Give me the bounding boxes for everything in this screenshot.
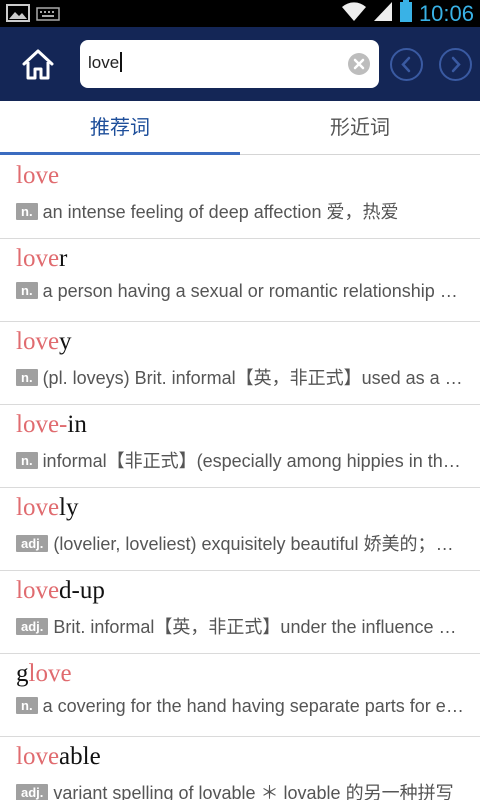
- headword-suffix: in: [67, 411, 87, 438]
- chevron-right-icon: [451, 56, 461, 73]
- headword-match: love: [16, 577, 60, 604]
- definition: adj. (lovelier, loveliest) exquisitely be…: [16, 530, 466, 556]
- app-header: love: [0, 27, 480, 101]
- headword-suffix: d-up: [59, 577, 105, 604]
- headword-match: love: [16, 162, 60, 189]
- headword: love: [16, 162, 59, 190]
- list-item[interactable]: lovey n. (pl. loveys) Brit. informal【英，非正…: [0, 322, 480, 405]
- definition-text: (lovelier, loveliest) exquisitely beauti…: [53, 534, 466, 554]
- definition: n. an intense feeling of deep affection 爱…: [16, 198, 466, 224]
- pos-badge: n.: [16, 203, 38, 220]
- pos-badge: n.: [16, 282, 38, 299]
- list-item[interactable]: lover n. a person having a sexual or roma…: [0, 239, 480, 322]
- definition-text: informal【非正式】(especially among hippies i…: [42, 451, 466, 471]
- definition: adj. Brit. informal【英，非正式】under the influ…: [16, 613, 466, 639]
- tab-bar: 推荐词 形近词: [0, 101, 480, 155]
- tab-recommended-words[interactable]: 推荐词: [0, 101, 240, 155]
- headword-match: love: [28, 660, 72, 687]
- results-list: love n. an intense feeling of deep affect…: [0, 156, 480, 800]
- headword-suffix: ly: [59, 494, 79, 521]
- headword: lovely: [16, 494, 79, 522]
- headword-match: love: [16, 743, 60, 770]
- clear-search-button[interactable]: [348, 53, 370, 75]
- definition: n. (pl. loveys) Brit. informal【英，非正式】used…: [16, 364, 466, 390]
- definition: n. a person having a sexual or romantic r…: [16, 281, 466, 302]
- tab-similar-words[interactable]: 形近词: [240, 101, 480, 155]
- definition-text: a person having a sexual or romantic rel…: [42, 281, 466, 301]
- definition: adj. variant spelling of lovable ＊ lovabl…: [16, 779, 466, 800]
- previous-button[interactable]: [390, 48, 423, 81]
- keyboard-icon: [36, 3, 60, 28]
- headword-match: love: [16, 494, 60, 521]
- home-button[interactable]: [18, 45, 58, 85]
- active-tab-indicator: [0, 152, 240, 155]
- headword-match: love: [16, 328, 60, 355]
- home-icon: [22, 49, 54, 80]
- definition-text: (pl. loveys) Brit. informal【英，非正式】used a…: [42, 368, 466, 388]
- system-icons: 10:06: [341, 0, 474, 27]
- headword: loveable: [16, 743, 101, 771]
- list-item[interactable]: glove n. a covering for the hand having s…: [0, 654, 480, 737]
- list-item[interactable]: loveable adj. variant spelling of lovable…: [0, 737, 480, 800]
- headword-suffix: r: [59, 245, 68, 272]
- definition-text: Brit. informal【英，非正式】under the influence…: [53, 617, 466, 637]
- headword-match: love-: [16, 411, 68, 438]
- headword-match: love: [16, 245, 60, 272]
- text-caret: [120, 52, 123, 72]
- pos-badge: n.: [16, 452, 38, 469]
- definition: n. a covering for the hand having separat…: [16, 696, 466, 717]
- headword-suffix: able: [59, 743, 101, 770]
- clear-icon: [353, 58, 365, 70]
- status-bar: 10:06: [0, 0, 480, 27]
- list-item[interactable]: loved-up adj. Brit. informal【英，非正式】under …: [0, 571, 480, 654]
- image-notification-icon: [6, 3, 30, 28]
- pos-badge: adj.: [16, 618, 49, 635]
- pos-badge: adj.: [16, 535, 49, 552]
- notification-icons: [6, 3, 60, 28]
- pos-badge: adj.: [16, 784, 49, 800]
- search-input[interactable]: love: [88, 52, 123, 73]
- headword-suffix: y: [59, 328, 72, 355]
- definition: n. informal【非正式】(especially among hippies…: [16, 447, 466, 473]
- headword: lovey: [16, 328, 72, 356]
- headword: love-in: [16, 411, 87, 439]
- headword: loved-up: [16, 577, 105, 605]
- search-input-value: love: [88, 53, 120, 72]
- list-item[interactable]: lovely adj. (lovelier, loveliest) exquisi…: [0, 488, 480, 571]
- clock: 10:06: [418, 0, 474, 26]
- headword-prefix: g: [16, 660, 29, 687]
- list-item[interactable]: love n. an intense feeling of deep affect…: [0, 156, 480, 239]
- search-box[interactable]: love: [80, 40, 379, 88]
- definition-text: variant spelling of lovable ＊ lovable 的另…: [53, 783, 454, 800]
- headword: glove: [16, 660, 72, 688]
- headword: lover: [16, 245, 67, 273]
- next-button[interactable]: [439, 48, 472, 81]
- signal-icon: [373, 0, 393, 27]
- definition-text: a covering for the hand having separate …: [42, 696, 466, 716]
- definition-text: an intense feeling of deep affection 爱，热…: [42, 202, 399, 222]
- wifi-icon: [341, 0, 367, 27]
- pos-badge: n.: [16, 369, 38, 386]
- battery-icon: [399, 0, 413, 28]
- list-item[interactable]: love-in n. informal【非正式】(especially among…: [0, 405, 480, 488]
- chevron-left-icon: [401, 56, 411, 73]
- pos-badge: n.: [16, 697, 38, 714]
